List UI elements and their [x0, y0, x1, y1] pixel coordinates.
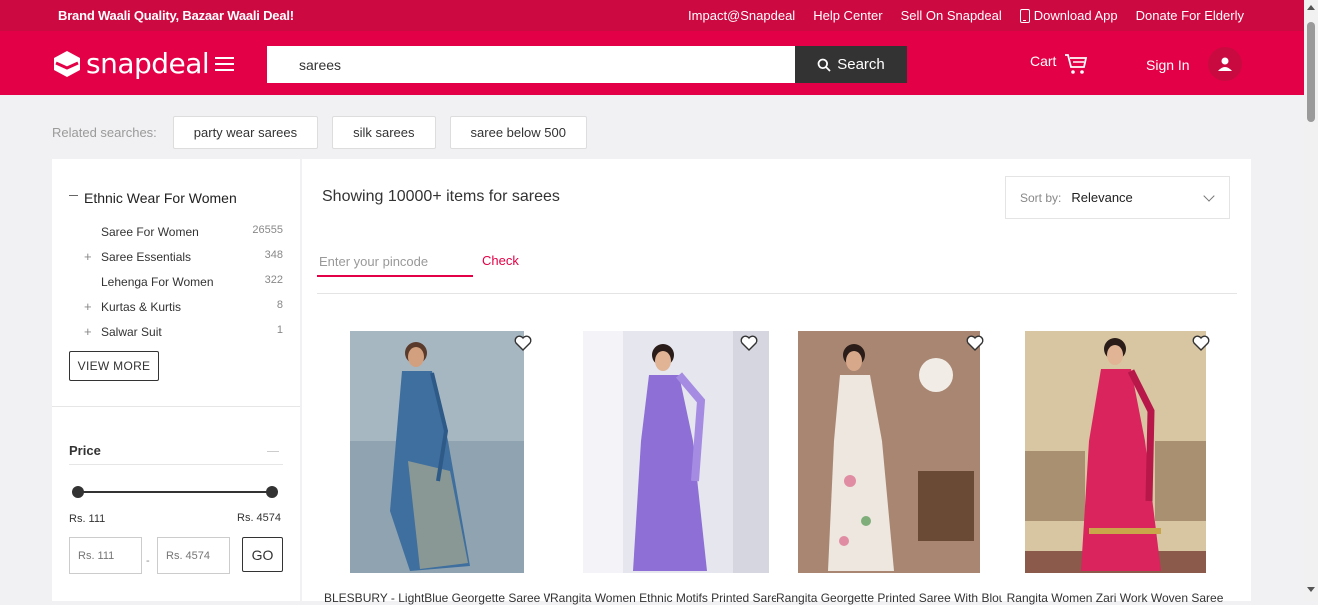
subcategory-name: Lehenga For Women [101, 274, 214, 289]
price-slider-min-handle[interactable] [72, 486, 84, 498]
product-image[interactable] [583, 331, 769, 573]
product-image[interactable] [1025, 331, 1206, 573]
subcategory-count: 1 [276, 323, 283, 336]
subcategory-name: Saree Essentials [101, 249, 192, 264]
heart-icon[interactable] [966, 335, 984, 351]
collapse-price-icon[interactable] [267, 451, 279, 452]
main-header: snapdeal Search Cart Sign In [0, 31, 1304, 95]
help-center-link[interactable]: Help Center [813, 8, 882, 23]
collapse-icon [69, 194, 78, 196]
subcategory-item[interactable]: + Kurtas & Kurtis 8 [84, 294, 283, 319]
tagline: Brand Waali Quality, Bazaar Waali Deal! [58, 8, 294, 23]
cart-label: Cart [1030, 53, 1057, 69]
subcategory-item[interactable]: + Saree Essentials 348 [84, 244, 283, 269]
heart-icon[interactable] [740, 335, 758, 351]
heart-icon[interactable] [1192, 335, 1210, 351]
search-input[interactable] [267, 46, 795, 83]
category-title[interactable]: Ethnic Wear For Women [69, 190, 237, 206]
product-title[interactable]: Rangita Women Ethnic Motifs Printed Sare… [550, 591, 776, 605]
related-chip[interactable]: party wear sarees [172, 116, 319, 149]
subcategory-item[interactable]: Lehenga For Women 322 [84, 269, 283, 294]
snapdeal-logo-icon [54, 50, 80, 77]
top-bar: Brand Waali Quality, Bazaar Waali Deal! … [0, 0, 1304, 31]
page-scrollbar[interactable] [1304, 0, 1318, 601]
related-chip[interactable]: saree below 500 [449, 116, 587, 149]
product-title[interactable]: BLESBURY - LightBlue Georgette Saree Wit… [324, 591, 550, 605]
subcategory-name: Saree For Women [101, 224, 199, 239]
related-chip[interactable]: silk sarees [332, 116, 436, 149]
chevron-down-icon [1203, 190, 1215, 202]
expand-icon[interactable]: + [84, 299, 92, 314]
subcategory-count: 8 [276, 298, 283, 311]
subcategory-name: Kurtas & Kurtis [101, 299, 182, 314]
search-button-label: Search [837, 56, 885, 73]
subcategory-item[interactable]: + Salwar Suit 1 [84, 319, 283, 344]
sign-in-link[interactable]: Sign In [1146, 57, 1190, 73]
sort-dropdown[interactable]: Sort by: Relevance [1005, 176, 1230, 219]
sidebar-divider [52, 406, 300, 407]
phone-icon [1019, 8, 1030, 23]
impact-link[interactable]: Impact@Snapdeal [688, 8, 795, 23]
product-image[interactable] [798, 331, 980, 573]
category-title-label: Ethnic Wear For Women [84, 190, 237, 206]
price-go-button[interactable]: GO [242, 537, 283, 572]
price-min-label: Rs. 111 [69, 513, 106, 525]
cart-icon [1065, 54, 1088, 74]
expand-icon[interactable]: + [84, 249, 92, 264]
subcategory-name: Salwar Suit [101, 324, 162, 339]
results-panel: Showing 10000+ items for sarees Sort by:… [302, 159, 1251, 605]
price-slider-max-handle[interactable] [266, 486, 278, 498]
donate-for-elderly-link[interactable]: Donate For Elderly [1136, 8, 1244, 23]
logo-text: snapdeal [86, 47, 210, 80]
person-icon [1218, 57, 1232, 71]
price-separator: - [146, 555, 150, 567]
download-app-link[interactable]: Download App [1019, 8, 1118, 23]
results-count: Showing 10000+ items for sarees [322, 188, 560, 205]
subcategory-item[interactable]: Saree For Women 26555 [84, 219, 283, 244]
expand-icon[interactable]: + [84, 324, 92, 339]
price-divider [69, 464, 283, 465]
download-app-label: Download App [1033, 8, 1118, 23]
sort-label: Sort by: [1020, 190, 1062, 205]
results-divider [317, 293, 1237, 294]
related-searches-label: Related searches: [52, 125, 157, 140]
product-title[interactable]: Rangita Women Zari Work Woven Saree [1002, 591, 1228, 605]
price-slider-track[interactable] [77, 491, 272, 493]
price-max-input[interactable] [157, 537, 230, 574]
product-image[interactable] [350, 331, 524, 573]
search-button[interactable]: Search [795, 46, 907, 83]
subcategory-count: 348 [264, 248, 283, 261]
sell-on-snapdeal-link[interactable]: Sell On Snapdeal [901, 8, 1002, 23]
subcategory-count: 26555 [252, 223, 283, 236]
heart-icon[interactable] [514, 335, 532, 351]
top-links: Impact@Snapdeal Help Center Sell On Snap… [688, 8, 1244, 23]
price-min-input[interactable] [69, 537, 142, 574]
price-filter-title: Price [69, 443, 101, 458]
scroll-up-icon[interactable] [1307, 5, 1315, 10]
user-icon[interactable] [1208, 47, 1242, 81]
subcategory-list: Saree For Women 26555 + Saree Essentials… [84, 219, 283, 344]
cart-button[interactable]: Cart [1030, 53, 1088, 75]
related-searches: Related searches: party wear sarees silk… [52, 116, 587, 149]
search-bar: Search [267, 46, 907, 83]
pincode-check-button[interactable]: Check [482, 253, 519, 268]
search-icon [817, 58, 831, 72]
filter-sidebar: Ethnic Wear For Women Saree For Women 26… [52, 159, 300, 601]
menu-icon[interactable] [215, 57, 234, 71]
subcategory-count: 322 [264, 273, 283, 286]
scroll-down-icon[interactable] [1307, 587, 1315, 592]
pincode-input[interactable] [317, 247, 473, 277]
scrollbar-thumb[interactable] [1307, 22, 1315, 122]
product-title[interactable]: Rangita Georgette Printed Saree With Blo… [776, 591, 1002, 605]
snapdeal-logo[interactable]: snapdeal [52, 47, 210, 80]
view-more-button[interactable]: VIEW MORE [69, 351, 159, 381]
price-max-label: Rs. 4574 [237, 512, 282, 524]
sort-value: Relevance [1071, 190, 1133, 205]
